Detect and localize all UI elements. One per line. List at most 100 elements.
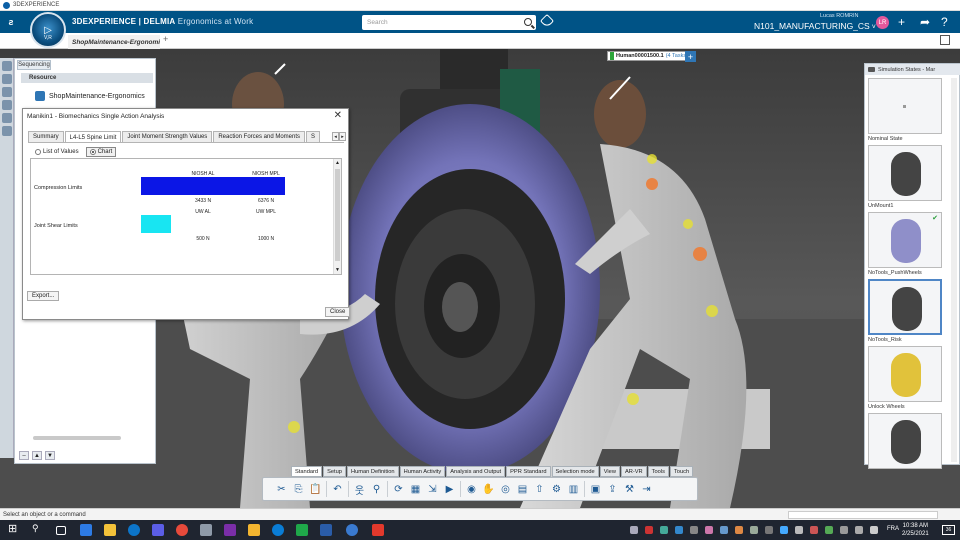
input-language[interactable]: FRA — [887, 526, 899, 532]
tray-icon[interactable] — [810, 526, 818, 534]
tray-icon[interactable] — [765, 526, 773, 534]
battery-icon[interactable] — [855, 526, 863, 534]
filter-icon[interactable] — [2, 74, 12, 84]
action-tab-view[interactable]: View — [599, 466, 620, 477]
tree-hscrollbar[interactable] — [25, 435, 153, 441]
paste-icon[interactable]: 📋 — [309, 483, 322, 496]
tree-root-item[interactable]: ShopMaintenance-Ergonomics — [35, 91, 145, 101]
process-icon[interactable] — [2, 113, 12, 123]
calculator-icon[interactable] — [200, 524, 212, 536]
tab-more[interactable]: S — [306, 131, 321, 142]
radio-list-of-values[interactable]: List of Values — [32, 148, 82, 156]
resource-icon[interactable] — [2, 87, 12, 97]
network-icon[interactable] — [840, 526, 848, 534]
more-icon[interactable]: ⇥ — [640, 483, 653, 496]
tab-joint-moment[interactable]: Joint Moment Strength Values — [122, 131, 213, 142]
word-icon[interactable] — [320, 524, 332, 536]
sim-state-item[interactable] — [868, 413, 942, 469]
search-input[interactable]: Search — [362, 15, 536, 30]
collab-space-selector[interactable]: N101_MANUFACTURING_CS ˅ — [754, 21, 876, 31]
manikin-icon[interactable]: 웃 — [353, 483, 366, 497]
resource-header[interactable]: Resource — [21, 73, 153, 83]
tray-icon[interactable] — [750, 526, 758, 534]
sim-state-item[interactable]: ✔ NoTools_PushWheels — [868, 212, 942, 276]
action-tab-selection-mode[interactable]: Selection mode — [551, 466, 599, 477]
close-icon[interactable]: ✕ — [334, 110, 342, 121]
avatar[interactable]: LR — [876, 16, 889, 29]
collapse-icon[interactable]: – — [19, 451, 29, 460]
chrome-icon[interactable] — [176, 524, 188, 536]
sticky-notes-icon[interactable] — [248, 524, 260, 536]
posture-icon[interactable]: ⚲ — [370, 483, 383, 496]
maximize-icon[interactable] — [940, 35, 950, 45]
tab-shop-maintenance[interactable]: ShopMaintenance-Ergonomic — [68, 35, 160, 49]
sim-state-item[interactable]: Unlock Wheels — [868, 346, 942, 410]
share-icon[interactable]: ➦ — [920, 15, 930, 29]
action-tab-human-definition[interactable]: Human Definition — [346, 466, 399, 477]
notification-center-icon[interactable]: 36 — [942, 525, 955, 535]
action-tab-setup[interactable]: Setup — [323, 466, 346, 477]
copy-icon[interactable]: ⎘ — [292, 483, 305, 496]
action-tab-human-activity[interactable]: Human Activity — [399, 466, 446, 477]
sim-state-thumbnail[interactable] — [868, 413, 942, 469]
action-tab-analysis-and-output[interactable]: Analysis and Output — [446, 466, 506, 477]
task-view-icon[interactable] — [56, 526, 66, 535]
close-button[interactable]: Close — [325, 307, 351, 317]
tray-icon[interactable] — [675, 526, 683, 534]
tray-icon[interactable] — [780, 526, 788, 534]
tab-reaction-forces[interactable]: Reaction Forces and Moments — [213, 131, 306, 142]
tray-icon[interactable] — [645, 526, 653, 534]
add-icon[interactable]: + — [898, 15, 905, 29]
lift-icon[interactable]: ⇧ — [533, 483, 546, 496]
scroll-down-icon[interactable]: ▼ — [335, 267, 340, 273]
cut-icon[interactable]: ✂ — [275, 483, 288, 496]
3dexperience-taskbar-icon[interactable] — [346, 524, 358, 536]
tray-icon[interactable] — [705, 526, 713, 534]
chart-vscrollbar[interactable]: ▲ ▼ — [333, 159, 341, 274]
action-tab-ppr-standard[interactable]: PPR Standard — [506, 466, 551, 477]
powerpoint-icon[interactable] — [372, 524, 384, 536]
search-icon[interactable] — [524, 18, 532, 26]
tray-icon[interactable] — [795, 526, 803, 534]
new-tab-button[interactable]: + — [163, 34, 168, 44]
save-state-icon[interactable]: ▣ — [589, 483, 602, 496]
rula-icon[interactable]: ▤ — [516, 483, 529, 496]
chevron-left-icon[interactable]: ◂ — [332, 132, 339, 141]
action-tab-touch[interactable]: Touch — [669, 466, 694, 477]
action-tab-standard[interactable]: Standard — [291, 466, 323, 477]
skype-icon[interactable] — [272, 524, 284, 536]
analysis-icon[interactable]: ⚙ — [550, 483, 563, 496]
export-button[interactable]: Export... — [27, 291, 60, 301]
ds-logo-icon[interactable]: ƨ — [0, 11, 22, 33]
tree-toggle-icon[interactable] — [2, 61, 12, 71]
volume-icon[interactable] — [870, 526, 878, 534]
play-icon[interactable]: ▶ — [443, 483, 456, 496]
scroll-down-button[interactable]: ▼ — [45, 451, 55, 460]
tab-summary[interactable]: Summary — [28, 131, 64, 142]
scroll-up-icon[interactable]: ▲ — [335, 160, 340, 166]
chart-vscroll-thumb[interactable] — [335, 169, 340, 261]
tray-icon[interactable] — [825, 526, 833, 534]
tray-icon[interactable] — [660, 526, 668, 534]
tools-icon[interactable]: ⚒ — [623, 483, 636, 496]
sim-state-thumbnail[interactable] — [868, 279, 942, 335]
human-label[interactable]: Human00001500.1 (4 Tasks) — [607, 51, 691, 61]
tray-icon[interactable] — [720, 526, 728, 534]
teams-icon[interactable] — [152, 524, 164, 536]
export-icon[interactable]: ⇪ — [606, 483, 619, 496]
sim-state-item[interactable]: Nominal State — [868, 78, 942, 142]
report-icon[interactable]: ▥ — [567, 483, 580, 496]
sim-state-thumbnail[interactable]: ✔ — [868, 212, 942, 268]
sim-vscrollbar[interactable] — [951, 78, 957, 462]
sim-state-item[interactable]: NoTools_Risk — [868, 279, 942, 343]
sim-state-item[interactable]: UnMount1 — [868, 145, 942, 209]
user-name[interactable]: Lucas ROMRIN — [820, 13, 859, 19]
radio-chart[interactable]: Chart — [85, 147, 117, 157]
undo-icon[interactable]: ↶ — [331, 483, 344, 496]
onenote-icon[interactable] — [224, 524, 236, 536]
rotate-icon[interactable]: ⟳ — [392, 483, 405, 496]
tray-icon[interactable] — [735, 526, 743, 534]
sim-state-thumbnail[interactable] — [868, 78, 942, 134]
grid-icon[interactable]: ▦ — [409, 483, 422, 496]
search-icon[interactable]: ⚲ — [32, 523, 44, 535]
